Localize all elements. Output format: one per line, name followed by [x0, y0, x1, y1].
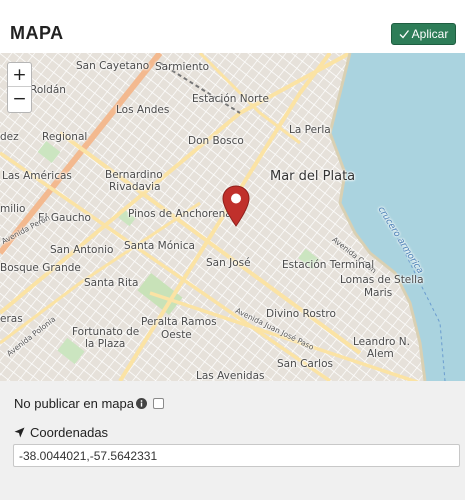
map-label-divino-rostro: Divino Rostro [266, 308, 336, 320]
map-label-santa-rita: Santa Rita [84, 277, 139, 289]
map-label-la-plaza: la Plaza [85, 338, 126, 350]
location-arrow-icon [14, 427, 25, 438]
coords-row: Coordenadas [14, 425, 108, 440]
map-label-dez: dez [0, 131, 19, 143]
map-label-roldan: Roldán [30, 84, 66, 96]
map-label-san-jose: San José [206, 257, 251, 269]
map-label-lomas: Lomas de Stella [340, 274, 424, 286]
check-icon [399, 30, 409, 39]
page-title: MAPA [10, 23, 64, 43]
map-label-estacion-terminal: Estación Terminal [282, 259, 375, 271]
coords-label: Coordenadas [30, 425, 109, 440]
zoom-out-button[interactable]: − [8, 87, 31, 111]
map-label-mar-del-plata: Mar del Plata [270, 169, 356, 184]
map-label-los-andes: Los Andes [116, 104, 170, 116]
zoom-control: + − [7, 62, 32, 113]
no-publish-label: No publicar en mapa [14, 396, 134, 411]
map-label-peralta: Peralta Ramos [141, 316, 217, 328]
map-label-bernardino: Bernardino [105, 169, 163, 181]
map-label-santa-monica: Santa Mónica [124, 240, 195, 252]
map-label-milio: milio [0, 203, 26, 215]
map-label-regional: Regional [42, 131, 88, 143]
map-label-la-perla: La Perla [289, 124, 331, 136]
map-label-don-bosco: Don Bosco [188, 135, 244, 147]
info-icon[interactable] [135, 398, 147, 409]
map-label-fortunato: Fortunato de [72, 326, 140, 338]
header: MAPA Aplicar [0, 0, 465, 58]
zoom-in-button[interactable]: + [8, 63, 31, 87]
map-label-san-cayetano: San Cayetano [76, 60, 150, 72]
map-label-san-antonio: San Antonio [50, 244, 114, 256]
map-view[interactable]: San Cayetano Sarmiento Roldán Los Andes … [0, 53, 465, 381]
map-label-las-avenidas: Las Avenidas [196, 370, 265, 381]
map-label-san-carlos: San Carlos [277, 358, 333, 370]
map-label-eras: eras [0, 313, 23, 325]
map-label-bosque-grande: Bosque Grande [0, 262, 81, 274]
map-label-las-americas: Las Américas [2, 170, 72, 182]
no-publish-row: No publicar en mapa [14, 396, 147, 411]
map-label-rivadavia: Rivadavia [109, 181, 161, 193]
apply-button-label: Aplicar [411, 27, 449, 41]
apply-button[interactable]: Aplicar [391, 23, 456, 45]
map-label-leandro: Leandro N. [353, 336, 410, 348]
location-marker-icon[interactable] [222, 185, 250, 227]
map-label-maris: Maris [364, 287, 393, 299]
map-label-estacion-norte: Estación Norte [192, 93, 269, 105]
map-label-oeste: Oeste [161, 329, 192, 341]
map-label-sarmiento: Sarmiento [155, 61, 210, 73]
map-label-pinos: Pinos de Anchorena [128, 208, 232, 220]
map-label-alem: Alem [367, 348, 394, 360]
coords-input[interactable] [13, 444, 460, 467]
no-publish-checkbox[interactable] [153, 398, 164, 409]
